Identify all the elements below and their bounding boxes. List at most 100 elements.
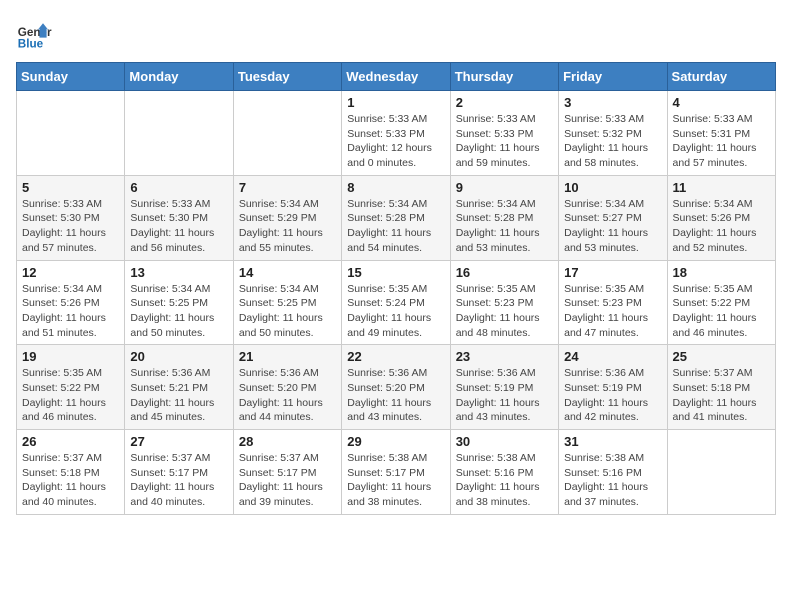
calendar-cell: 11 Sunrise: 5:34 AM Sunset: 5:26 PM Dayli… xyxy=(667,175,775,260)
calendar-cell: 3 Sunrise: 5:33 AM Sunset: 5:32 PM Daylig… xyxy=(559,91,667,176)
calendar-cell: 13 Sunrise: 5:34 AM Sunset: 5:25 PM Dayli… xyxy=(125,260,233,345)
day-info: Sunrise: 5:34 AM Sunset: 5:28 PM Dayligh… xyxy=(347,197,444,256)
calendar-cell: 18 Sunrise: 5:35 AM Sunset: 5:22 PM Dayli… xyxy=(667,260,775,345)
day-info: Sunrise: 5:33 AM Sunset: 5:33 PM Dayligh… xyxy=(347,112,444,171)
day-number: 29 xyxy=(347,434,444,449)
day-info: Sunrise: 5:34 AM Sunset: 5:29 PM Dayligh… xyxy=(239,197,336,256)
calendar-cell: 10 Sunrise: 5:34 AM Sunset: 5:27 PM Dayli… xyxy=(559,175,667,260)
day-number: 1 xyxy=(347,95,444,110)
day-number: 26 xyxy=(22,434,119,449)
day-info: Sunrise: 5:37 AM Sunset: 5:17 PM Dayligh… xyxy=(130,451,227,510)
calendar-table: SundayMondayTuesdayWednesdayThursdayFrid… xyxy=(16,62,776,515)
weekday-header: Tuesday xyxy=(233,63,341,91)
day-info: Sunrise: 5:35 AM Sunset: 5:22 PM Dayligh… xyxy=(673,282,770,341)
day-number: 24 xyxy=(564,349,661,364)
calendar-cell: 29Sunrise: 5:38 AM Sunset: 5:17 PM Dayli… xyxy=(342,430,450,515)
weekday-header: Saturday xyxy=(667,63,775,91)
weekday-header: Monday xyxy=(125,63,233,91)
day-info: Sunrise: 5:33 AM Sunset: 5:31 PM Dayligh… xyxy=(673,112,770,171)
day-number: 28 xyxy=(239,434,336,449)
day-number: 19 xyxy=(22,349,119,364)
day-info: Sunrise: 5:37 AM Sunset: 5:18 PM Dayligh… xyxy=(22,451,119,510)
day-number: 3 xyxy=(564,95,661,110)
calendar-cell: 1 Sunrise: 5:33 AM Sunset: 5:33 PM Daylig… xyxy=(342,91,450,176)
day-info: Sunrise: 5:37 AM Sunset: 5:17 PM Dayligh… xyxy=(239,451,336,510)
calendar-cell: 7Sunrise: 5:34 AM Sunset: 5:29 PM Daylig… xyxy=(233,175,341,260)
page-header: General Blue xyxy=(16,16,776,52)
calendar-week-row: 26 Sunrise: 5:37 AM Sunset: 5:18 PM Dayli… xyxy=(17,430,776,515)
calendar-week-row: 1 Sunrise: 5:33 AM Sunset: 5:33 PM Daylig… xyxy=(17,91,776,176)
day-number: 18 xyxy=(673,265,770,280)
day-number: 12 xyxy=(22,265,119,280)
calendar-cell: 15 Sunrise: 5:35 AM Sunset: 5:24 PM Dayli… xyxy=(342,260,450,345)
weekday-header: Sunday xyxy=(17,63,125,91)
day-info: Sunrise: 5:38 AM Sunset: 5:16 PM Dayligh… xyxy=(456,451,553,510)
calendar-cell: 26 Sunrise: 5:37 AM Sunset: 5:18 PM Dayli… xyxy=(17,430,125,515)
calendar-cell: 8 Sunrise: 5:34 AM Sunset: 5:28 PM Daylig… xyxy=(342,175,450,260)
calendar-cell: 21 Sunrise: 5:36 AM Sunset: 5:20 PM Dayli… xyxy=(233,345,341,430)
calendar-cell: 4Sunrise: 5:33 AM Sunset: 5:31 PM Daylig… xyxy=(667,91,775,176)
day-info: Sunrise: 5:33 AM Sunset: 5:32 PM Dayligh… xyxy=(564,112,661,171)
calendar-cell: 6Sunrise: 5:33 AM Sunset: 5:30 PM Daylig… xyxy=(125,175,233,260)
day-info: Sunrise: 5:36 AM Sunset: 5:20 PM Dayligh… xyxy=(347,366,444,425)
day-info: Sunrise: 5:33 AM Sunset: 5:33 PM Dayligh… xyxy=(456,112,553,171)
day-number: 5 xyxy=(22,180,119,195)
calendar-cell: 20 Sunrise: 5:36 AM Sunset: 5:21 PM Dayli… xyxy=(125,345,233,430)
calendar-week-row: 12 Sunrise: 5:34 AM Sunset: 5:26 PM Dayli… xyxy=(17,260,776,345)
day-number: 20 xyxy=(130,349,227,364)
calendar-cell xyxy=(17,91,125,176)
logo-icon: General Blue xyxy=(16,16,52,52)
day-number: 14 xyxy=(239,265,336,280)
calendar-cell: 28 Sunrise: 5:37 AM Sunset: 5:17 PM Dayli… xyxy=(233,430,341,515)
calendar-cell: 2 Sunrise: 5:33 AM Sunset: 5:33 PM Daylig… xyxy=(450,91,558,176)
calendar-cell: 19 Sunrise: 5:35 AM Sunset: 5:22 PM Dayli… xyxy=(17,345,125,430)
day-info: Sunrise: 5:36 AM Sunset: 5:19 PM Dayligh… xyxy=(456,366,553,425)
weekday-header: Thursday xyxy=(450,63,558,91)
calendar-cell: 5 Sunrise: 5:33 AM Sunset: 5:30 PM Daylig… xyxy=(17,175,125,260)
day-info: Sunrise: 5:33 AM Sunset: 5:30 PM Dayligh… xyxy=(22,197,119,256)
day-number: 30 xyxy=(456,434,553,449)
day-info: Sunrise: 5:35 AM Sunset: 5:23 PM Dayligh… xyxy=(456,282,553,341)
calendar-cell xyxy=(125,91,233,176)
calendar-cell: 22Sunrise: 5:36 AM Sunset: 5:20 PM Dayli… xyxy=(342,345,450,430)
day-number: 13 xyxy=(130,265,227,280)
day-info: Sunrise: 5:35 AM Sunset: 5:22 PM Dayligh… xyxy=(22,366,119,425)
day-number: 31 xyxy=(564,434,661,449)
day-info: Sunrise: 5:34 AM Sunset: 5:26 PM Dayligh… xyxy=(22,282,119,341)
day-info: Sunrise: 5:36 AM Sunset: 5:21 PM Dayligh… xyxy=(130,366,227,425)
day-info: Sunrise: 5:34 AM Sunset: 5:25 PM Dayligh… xyxy=(239,282,336,341)
day-number: 27 xyxy=(130,434,227,449)
day-number: 6 xyxy=(130,180,227,195)
day-number: 15 xyxy=(347,265,444,280)
day-info: Sunrise: 5:34 AM Sunset: 5:27 PM Dayligh… xyxy=(564,197,661,256)
calendar-cell: 27 Sunrise: 5:37 AM Sunset: 5:17 PM Dayli… xyxy=(125,430,233,515)
day-number: 2 xyxy=(456,95,553,110)
weekday-header: Friday xyxy=(559,63,667,91)
day-info: Sunrise: 5:36 AM Sunset: 5:20 PM Dayligh… xyxy=(239,366,336,425)
calendar-cell: 31 Sunrise: 5:38 AM Sunset: 5:16 PM Dayli… xyxy=(559,430,667,515)
weekday-header: Wednesday xyxy=(342,63,450,91)
day-info: Sunrise: 5:34 AM Sunset: 5:28 PM Dayligh… xyxy=(456,197,553,256)
day-number: 21 xyxy=(239,349,336,364)
calendar-cell: 30 Sunrise: 5:38 AM Sunset: 5:16 PM Dayli… xyxy=(450,430,558,515)
day-info: Sunrise: 5:35 AM Sunset: 5:24 PM Dayligh… xyxy=(347,282,444,341)
calendar-cell xyxy=(667,430,775,515)
day-info: Sunrise: 5:35 AM Sunset: 5:23 PM Dayligh… xyxy=(564,282,661,341)
day-info: Sunrise: 5:36 AM Sunset: 5:19 PM Dayligh… xyxy=(564,366,661,425)
calendar-cell: 23 Sunrise: 5:36 AM Sunset: 5:19 PM Dayli… xyxy=(450,345,558,430)
day-info: Sunrise: 5:37 AM Sunset: 5:18 PM Dayligh… xyxy=(673,366,770,425)
calendar-header-row: SundayMondayTuesdayWednesdayThursdayFrid… xyxy=(17,63,776,91)
day-number: 8 xyxy=(347,180,444,195)
day-number: 9 xyxy=(456,180,553,195)
day-info: Sunrise: 5:34 AM Sunset: 5:25 PM Dayligh… xyxy=(130,282,227,341)
day-number: 10 xyxy=(564,180,661,195)
day-number: 23 xyxy=(456,349,553,364)
day-number: 11 xyxy=(673,180,770,195)
calendar-week-row: 19 Sunrise: 5:35 AM Sunset: 5:22 PM Dayli… xyxy=(17,345,776,430)
day-number: 25 xyxy=(673,349,770,364)
calendar-cell: 14 Sunrise: 5:34 AM Sunset: 5:25 PM Dayli… xyxy=(233,260,341,345)
day-number: 16 xyxy=(456,265,553,280)
day-info: Sunrise: 5:34 AM Sunset: 5:26 PM Dayligh… xyxy=(673,197,770,256)
day-info: Sunrise: 5:38 AM Sunset: 5:16 PM Dayligh… xyxy=(564,451,661,510)
calendar-cell: 16 Sunrise: 5:35 AM Sunset: 5:23 PM Dayli… xyxy=(450,260,558,345)
